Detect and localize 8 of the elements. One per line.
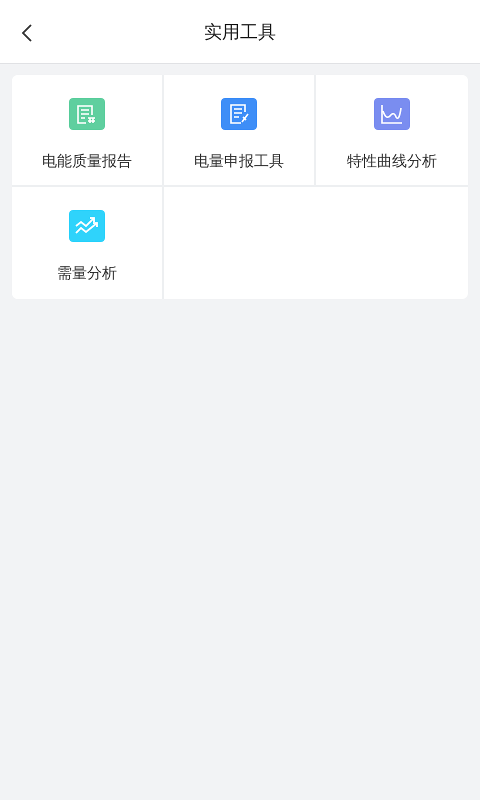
tool-tile[interactable]: 电能质量报告 (12, 75, 164, 187)
tool-label: 电能质量报告 (42, 152, 132, 171)
page-title: 实用工具 (204, 20, 276, 44)
tool-label: 需量分析 (57, 264, 117, 283)
back-icon[interactable] (21, 23, 33, 43)
tool-label: 特性曲线分析 (347, 152, 437, 171)
tool-tile[interactable]: 电量申报工具 (164, 75, 316, 187)
tool-label: 电量申报工具 (194, 152, 284, 171)
